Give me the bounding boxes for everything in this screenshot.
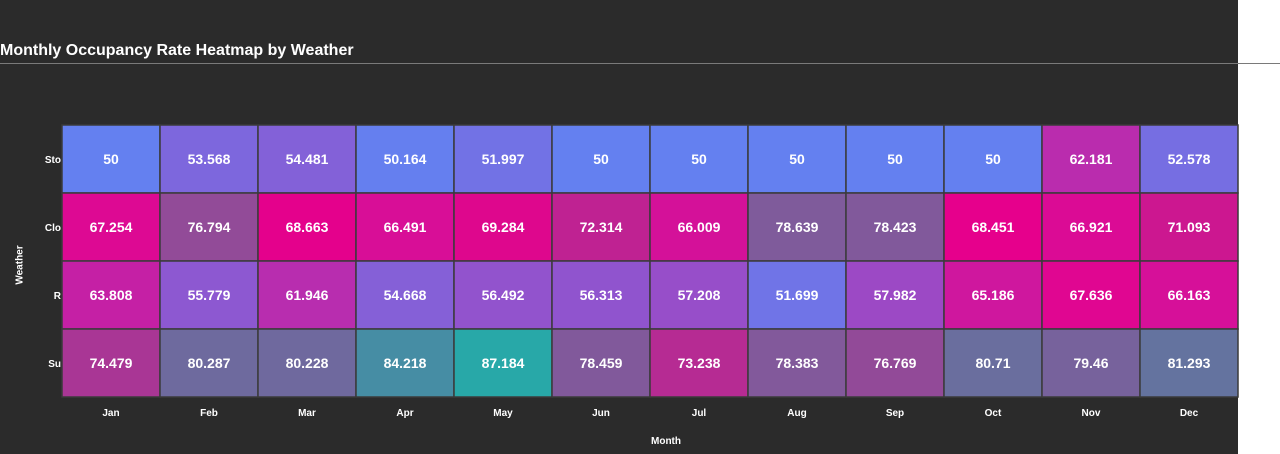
y-tick-label: R [54, 291, 62, 302]
x-tick-label: Oct [985, 408, 1002, 419]
y-tick-label: Sto [45, 155, 61, 166]
heatmap: 50 53.568 54.481 50.164 51.997 50 50 50 50 50 62.1… [45, 124, 1239, 419]
x-tick-label: Nov [1082, 408, 1101, 419]
cell-value-label: 50 [887, 151, 903, 167]
cell-value-label: 87.184 [482, 355, 525, 371]
cell-value-label: 68.663 [286, 219, 329, 235]
cell-value-label: 74.479 [90, 355, 133, 371]
cell-value-label: 68.451 [972, 219, 1015, 235]
x-tick-label: May [493, 408, 513, 419]
y-axis-title: Weather [14, 245, 26, 285]
cell-value-label: 80.287 [188, 355, 231, 371]
x-tick-label: Aug [787, 408, 806, 419]
x-tick-label: Dec [1180, 408, 1199, 419]
cell-value-label: 61.946 [286, 287, 329, 303]
cell-value-label: 56.492 [482, 287, 525, 303]
x-axis-title: Month [651, 436, 681, 447]
y-axis-title-wrap: Weather [10, 230, 30, 300]
cell-value-label: 56.313 [580, 287, 623, 303]
cell-value-label: 79.46 [1073, 355, 1108, 371]
cell-value-label: 50 [985, 151, 1001, 167]
cell-value-label: 78.639 [776, 219, 819, 235]
cell-value-label: 73.238 [678, 355, 721, 371]
cell-value-label: 66.163 [1168, 287, 1211, 303]
cell-value-label: 71.093 [1168, 219, 1211, 235]
y-tick-label: Su [48, 359, 61, 370]
cell-value-label: 84.218 [384, 355, 427, 371]
cell-value-label: 72.314 [580, 219, 623, 235]
cell-value-label: 76.794 [188, 219, 231, 235]
x-tick-label: Sep [886, 408, 904, 419]
cell-value-label: 62.181 [1070, 151, 1113, 167]
x-tick-label: Jul [692, 408, 707, 419]
cell-value-label: 69.284 [482, 219, 525, 235]
cell-value-label: 78.423 [874, 219, 917, 235]
cell-value-label: 80.228 [286, 355, 329, 371]
x-tick-label: Mar [298, 408, 316, 419]
cell-value-label: 50 [691, 151, 707, 167]
cell-value-label: 57.208 [678, 287, 721, 303]
x-tick-label: Feb [200, 408, 218, 419]
cell-value-label: 67.636 [1070, 287, 1113, 303]
y-tick-label: Clo [45, 223, 61, 234]
cell-value-label: 66.921 [1070, 219, 1113, 235]
cell-value-label: 80.71 [975, 355, 1010, 371]
cell-value-label: 51.699 [776, 287, 819, 303]
x-tick-label: Apr [396, 408, 413, 419]
cell-value-label: 50 [789, 151, 805, 167]
cell-value-label: 54.481 [286, 151, 329, 167]
cell-value-label: 54.668 [384, 287, 427, 303]
x-tick-label: Jan [102, 408, 119, 419]
cell-value-label: 81.293 [1168, 355, 1211, 371]
cell-value-label: 78.383 [776, 355, 819, 371]
cell-value-label: 57.982 [874, 287, 917, 303]
cell-value-label: 50 [103, 151, 119, 167]
cell-value-label: 52.578 [1168, 151, 1211, 167]
cell-value-label: 78.459 [580, 355, 623, 371]
cell-value-label: 67.254 [90, 219, 133, 235]
cell-value-label: 66.491 [384, 219, 427, 235]
x-tick-label: Jun [592, 408, 610, 419]
cell-value-label: 53.568 [188, 151, 231, 167]
cell-value-label: 63.808 [90, 287, 133, 303]
cell-value-label: 65.186 [972, 287, 1015, 303]
cell-value-label: 55.779 [188, 287, 231, 303]
cell-value-label: 50 [593, 151, 609, 167]
cell-value-label: 76.769 [874, 355, 917, 371]
cell-value-label: 66.009 [678, 219, 721, 235]
cell-value-label: 50.164 [384, 151, 427, 167]
cell-value-label: 51.997 [482, 151, 525, 167]
